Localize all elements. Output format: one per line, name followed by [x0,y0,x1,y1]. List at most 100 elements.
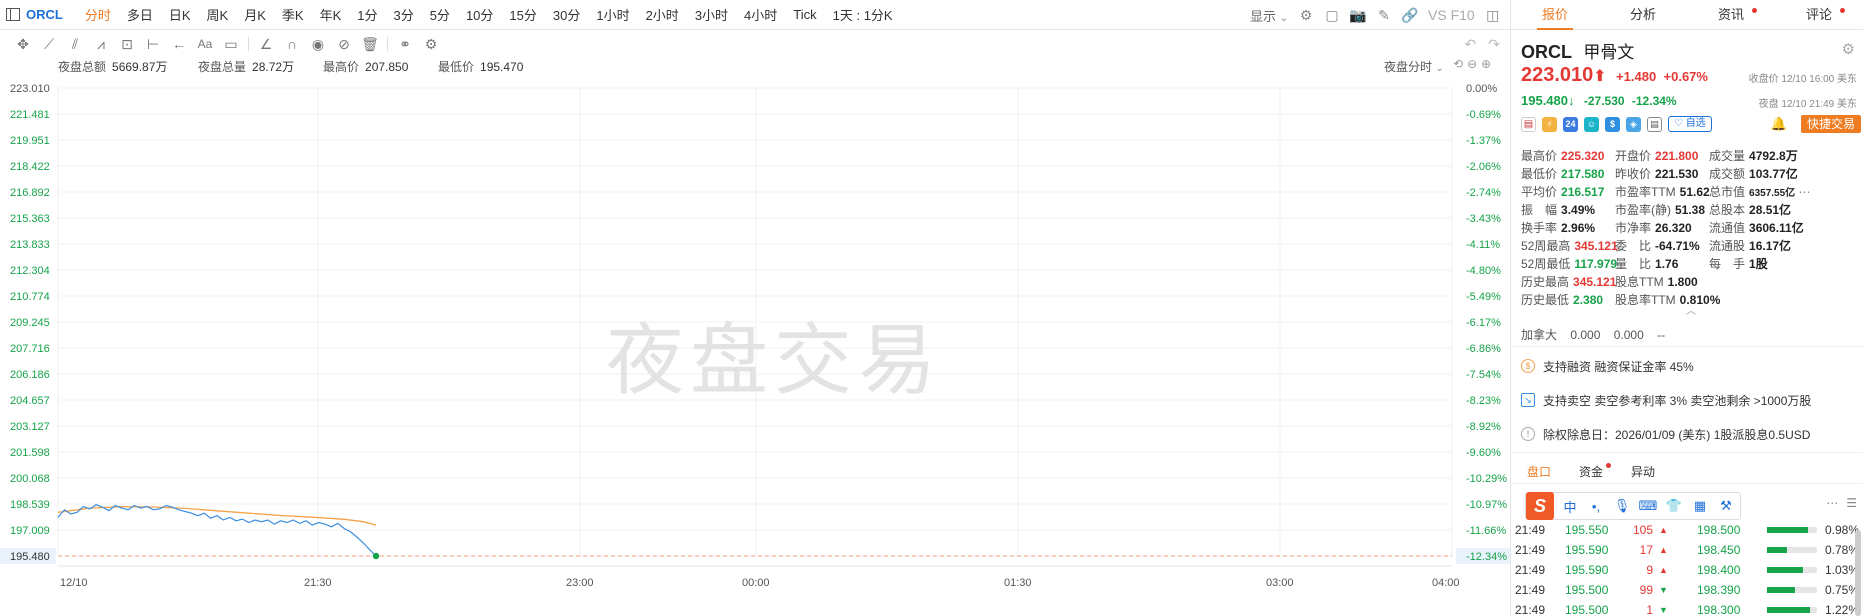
panel-settings-icon[interactable]: ⚙ [1842,40,1855,58]
bell-icon[interactable]: 🔔 [1771,116,1787,132]
tick-ratio-bar [1767,547,1817,553]
panel-tab-1[interactable]: 分析 [1599,0,1687,29]
short-notice[interactable]: ↘ 支持卖空 卖空参考利率 3% 卖空池剩余 >1000万股 [1521,388,1857,412]
ime-chinese-icon[interactable]: 中 [1560,497,1580,516]
magnet-icon[interactable]: ∩ [283,36,301,52]
period-3[interactable]: 周K [199,5,237,24]
link-icon[interactable]: 🔗 [1401,7,1418,23]
vs-f10-button[interactable]: VS F10 [1428,7,1475,23]
subtab-2[interactable]: 异动 [1631,460,1655,483]
period-4[interactable]: 月K [236,5,274,24]
panel-tab-2[interactable]: 资讯 [1687,0,1775,29]
dollar-icon[interactable]: $ [1605,116,1620,132]
intraday-chart[interactable]: 223.010 0.00% 221.481 -0.69% 219.951 -1.37% 21… [0,76,1510,616]
period-8[interactable]: 3分 [385,5,421,24]
angle-tool-icon[interactable]: ∠ [257,36,275,53]
line-tool-icon[interactable]: ⟋ [40,36,58,53]
metric-value: 225.320 [1561,149,1605,163]
period-0[interactable]: 分时 [77,5,119,24]
arrow-tool-icon[interactable]: ← [170,36,188,52]
y-pct-tick-label: -10.97% [1466,499,1507,511]
fast-trade-button[interactable]: 快捷交易 [1800,115,1861,133]
more-icon[interactable]: ⋯ [1826,496,1838,510]
scrollbar[interactable] [1855,530,1861,616]
tick-price-2: 198.390 [1697,583,1741,597]
ime-tools-icon[interactable]: ⚒ [1716,498,1736,514]
period-18[interactable]: 1天 : 1分K [825,5,901,24]
redo-icon[interactable]: ↷ [1488,36,1500,53]
tag-icon[interactable]: ◈ [1626,116,1641,132]
draw-pen-icon[interactable]: ✎ [1376,7,1392,23]
shape-tool-icon[interactable]: ⊡ [118,36,136,53]
period-16[interactable]: 4小时 [736,5,785,24]
collapse-icon[interactable]: ︿ [1686,302,1696,317]
text-tool-icon[interactable]: Aa [196,37,214,51]
draw-settings-icon[interactable]: ⚙ [422,36,440,53]
chat-icon[interactable]: ☺ [1584,116,1599,132]
y-pct-tick-label: -2.74% [1466,187,1501,199]
display-menu[interactable]: 显示 ⌄ [1250,6,1288,25]
panel-tab-0[interactable]: 报价 [1511,0,1599,30]
period-17[interactable]: Tick [785,7,824,22]
add-watchlist-button[interactable]: ♡ 自选 [1668,116,1712,132]
chart-mode-select[interactable]: 夜盘分时 ⌄ [1384,58,1444,75]
panel-tab-3[interactable]: 评论 [1775,0,1863,29]
ime-grid-icon[interactable]: ▦ [1690,498,1710,514]
lightning-icon[interactable]: ⚡ [1542,116,1557,132]
list-icon[interactable]: ☰ [1846,496,1857,510]
split-panel-icon[interactable]: ◫ [1485,7,1501,23]
period-13[interactable]: 1小时 [588,5,637,24]
x-tick-label: 21:30 [304,577,332,589]
sidebar-toggle-icon[interactable] [6,8,20,21]
ime-shirt-icon[interactable]: 👕 [1664,498,1684,514]
subtab-1[interactable]: 资金 [1579,460,1612,483]
doc-icon[interactable]: ▤ [1647,116,1662,132]
dividend-notice[interactable]: ! 除权除息日：2026/01/09 (美东) 1股派股息0.5USD [1521,422,1857,446]
period-2[interactable]: 日K [161,5,199,24]
x-tick-label: 12/10 [60,577,88,589]
channel-tool-icon[interactable]: ⫽ [66,36,84,53]
metric-cell: 平均价 216.517 [1521,183,1604,200]
tick-price: 195.500 [1565,603,1609,616]
undo-icon[interactable]: ↶ [1465,36,1477,53]
period-1[interactable]: 多日 [119,5,161,24]
period-11[interactable]: 15分 [501,5,544,24]
zoom-out-icon[interactable]: ⊖ [1467,57,1477,71]
move-tool-icon[interactable]: ✥ [14,36,32,53]
margin-notice-text: 支持融资 融资保证金率 45% [1543,359,1694,374]
polyline-tool-icon[interactable]: ⩘ [92,36,110,53]
settings-icon[interactable]: ⚙ [1298,7,1314,23]
metric-label: 流通股 [1709,239,1746,253]
period-12[interactable]: 30分 [545,5,588,24]
more-icon[interactable]: ⋯ [1795,185,1811,199]
24h-icon[interactable]: 24 [1563,116,1578,132]
night-high: 最高价 207.850 [323,60,409,74]
layout-icon[interactable]: ▢ [1324,7,1340,23]
link-tool-icon[interactable]: ⚭ [396,36,414,53]
margin-notice[interactable]: $ 支持融资 融资保证金率 45% [1521,354,1857,378]
y-tick-label: 210.774 [10,291,50,303]
metric-value: 117.979 [1574,257,1618,271]
ime-mic-icon[interactable]: 🎙 [1612,498,1632,514]
period-10[interactable]: 10分 [458,5,501,24]
metric-label: 市盈率(静) [1615,203,1671,217]
period-9[interactable]: 5分 [422,5,458,24]
zoom-in-icon[interactable]: ⊕ [1481,57,1491,71]
trash-icon[interactable]: 🗑 [361,36,379,53]
reset-icon[interactable]: ⟲ [1453,57,1463,71]
eye-icon[interactable]: ◉ [309,36,327,53]
comment-tool-icon[interactable]: ▭ [222,36,240,53]
period-5[interactable]: 季K [274,5,312,24]
measure-tool-icon[interactable]: ⊢ [144,36,162,53]
period-6[interactable]: 年K [312,5,350,24]
hide-icon[interactable]: ⊘ [335,36,353,53]
period-15[interactable]: 3小时 [687,5,736,24]
ime-keyboard-icon[interactable]: ⌨ [1638,498,1658,514]
period-7[interactable]: 1分 [349,5,385,24]
ime-punct-icon[interactable]: •, [1586,499,1606,514]
period-14[interactable]: 2小时 [638,5,687,24]
metric-value: 51.38 [1675,203,1706,217]
symbol-label[interactable]: ORCL [26,7,63,22]
camera-icon[interactable]: 📷 [1349,7,1366,23]
subtab-0[interactable]: 盘口 [1527,460,1551,483]
